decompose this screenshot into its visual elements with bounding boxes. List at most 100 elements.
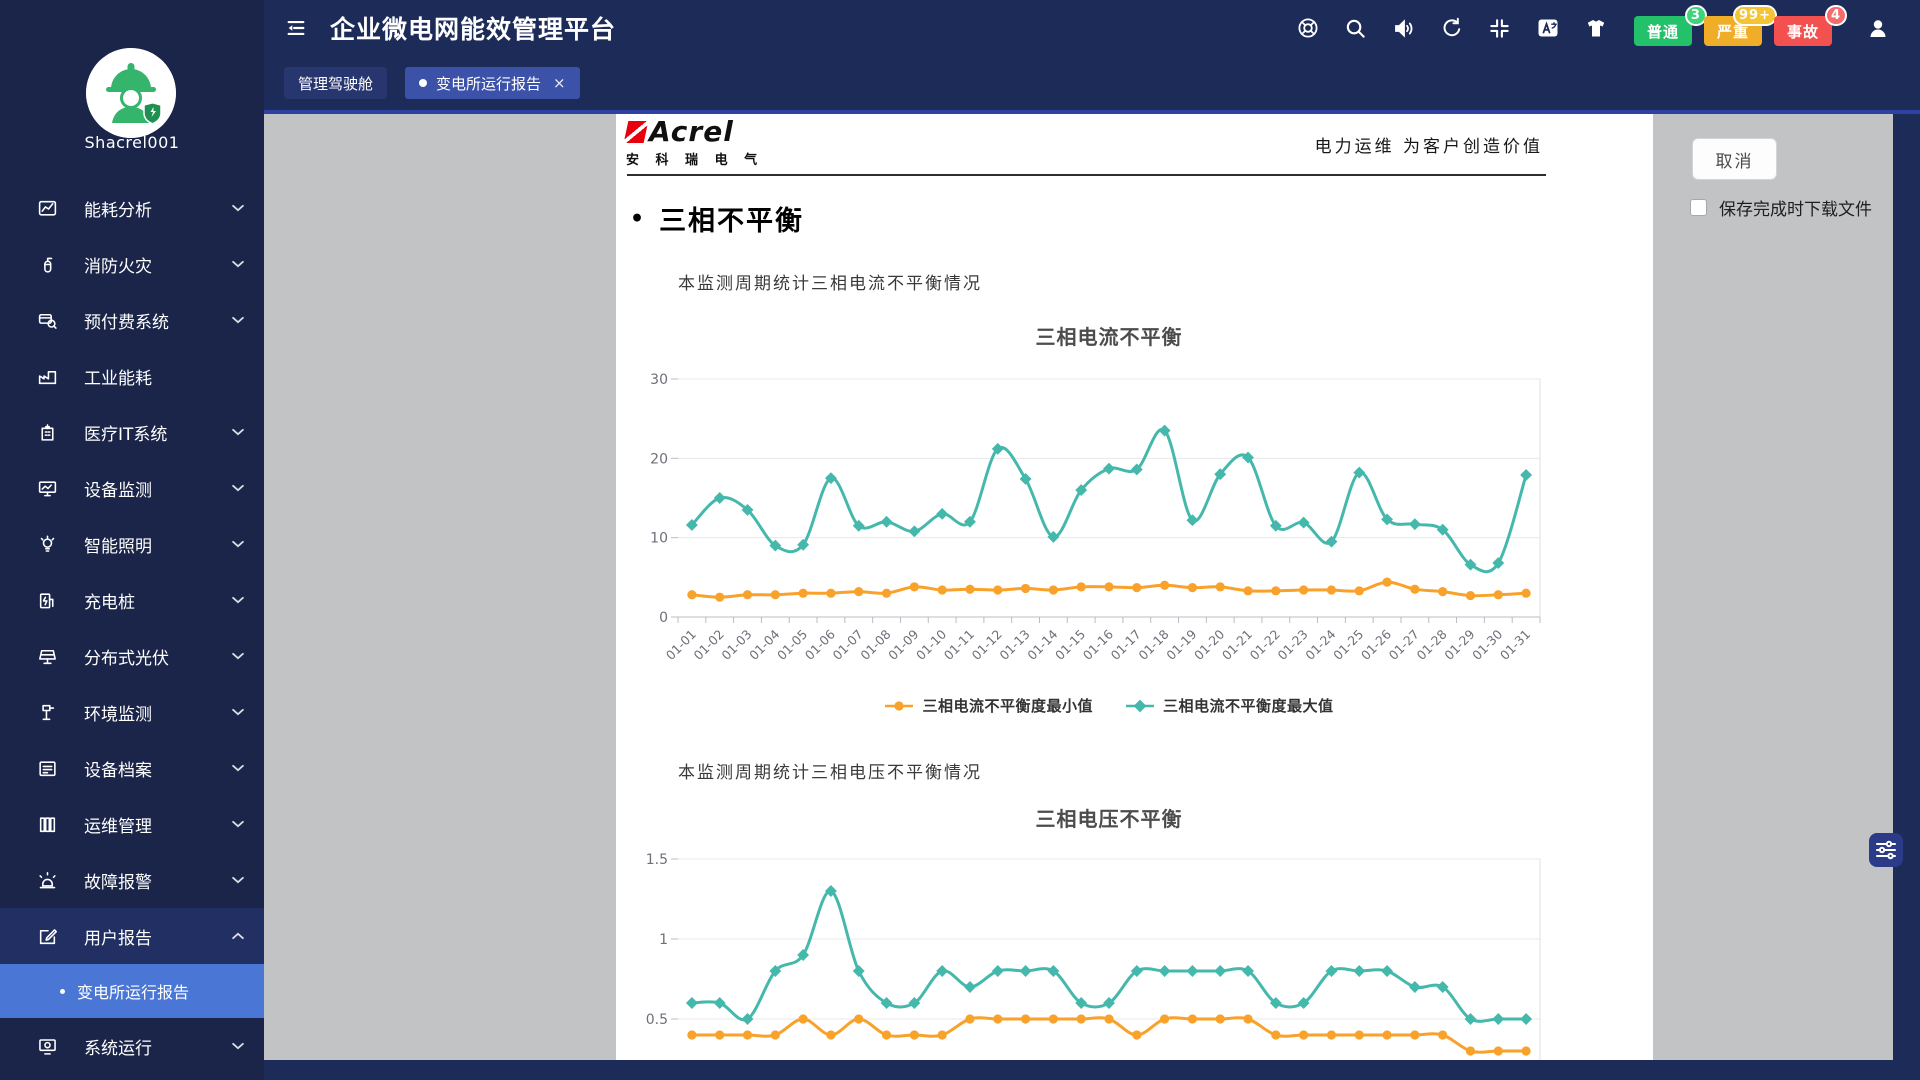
svg-text:30: 30 [650,372,668,388]
user-profile-icon[interactable] [1866,16,1890,40]
sidebar-menu: 能耗分析消防火灾预付费系统工业能耗医疗IT系统设备监测智能照明充电桩分布式光伏环… [0,180,264,1074]
alert-chip-label: 事故 [1787,21,1819,42]
sidebar-item-ops-management[interactable]: 运维管理 [0,796,264,852]
user-report-icon [36,925,58,947]
sidebar-item-device-monitoring[interactable]: 设备监测 [0,460,264,516]
alert-chip-severe[interactable]: 严重99+ [1704,16,1762,46]
svg-text:01-25: 01-25 [1330,627,1366,663]
alert-chip-normal[interactable]: 普通3 [1634,16,1692,46]
sidebar-item-medical-it[interactable]: 医疗IT系统 [0,404,264,460]
svg-text:01-24: 01-24 [1302,626,1338,662]
system-run-icon [36,1035,58,1057]
section-heading: • 三相不平衡 [630,199,804,238]
svg-text:01-12: 01-12 [969,627,1005,663]
brand-slogan: 电力运维 为客户创造价值 [1315,132,1543,157]
sidebar-item-label: 预付费系统 [84,308,232,333]
svg-text:01-07: 01-07 [830,627,866,663]
alert-chip-label: 普通 [1647,21,1679,42]
tab-substation-report[interactable]: 变电所运行报告 × [405,67,580,99]
svg-text:01-22: 01-22 [1247,627,1283,663]
svg-text:1.5: 1.5 [646,852,668,868]
download-checkbox[interactable] [1690,199,1707,216]
sidebar-item-label: 用户报告 [84,924,232,949]
brand-name: Acrel [649,118,734,146]
section-title: 三相不平衡 [659,199,804,238]
svg-text:01-04: 01-04 [746,626,782,662]
legend-item[interactable]: 三相电流不平衡度最大值 [1125,695,1334,716]
sidebar-item-user-report[interactable]: 用户报告 [0,908,264,964]
brand-name-cn: 安 科 瑞 电 气 [626,149,763,168]
ops-management-icon [36,813,58,835]
sidebar-item-industrial-energy[interactable]: 工业能耗 [0,348,264,404]
svg-text:01-29: 01-29 [1441,626,1477,662]
acrel-logo: Acrel 安 科 瑞 电 气 [626,118,763,168]
legend-item[interactable]: 三相电流不平衡度最小值 [884,695,1093,716]
active-tab-dot-icon [419,79,427,87]
svg-text:1: 1 [659,932,668,948]
svg-text:01-14: 01-14 [1024,626,1060,662]
sidebar-item-environment-monitoring[interactable]: 环境监测 [0,684,264,740]
theme-tshirt-icon[interactable] [1584,16,1608,40]
svg-text:01-27: 01-27 [1386,627,1422,663]
app-title: 企业微电网能效管理平台 [330,10,616,46]
sidebar-item-fire-safety[interactable]: 消防火灾 [0,236,264,292]
energy-analysis-icon [36,197,58,219]
exit-fullscreen-icon[interactable] [1488,16,1512,40]
svg-text:01-17: 01-17 [1108,627,1144,663]
environment-monitoring-icon [36,701,58,723]
sidebar-item-solar-pv[interactable]: 分布式光伏 [0,628,264,684]
sidebar-item-prepaid-system[interactable]: 预付费系统 [0,292,264,348]
legend-marker-icon [884,699,914,713]
legend-label: 三相电流不平衡度最小值 [922,695,1093,716]
sidebar-item-label: 运维管理 [84,812,232,837]
tab-close-icon[interactable]: × [553,74,566,92]
sidebar-item-label: 系统运行 [84,1034,232,1059]
device-monitoring-icon [36,477,58,499]
sidebar-item-device-archive[interactable]: 设备档案 [0,740,264,796]
alert-chip-accident[interactable]: 事故4 [1774,16,1832,46]
chart1-legend: 三相电流不平衡度最小值 三相电流不平衡度最大值 [678,695,1540,716]
chart1-description: 本监测周期统计三相电流不平衡情况 [678,269,982,294]
tab-bar: 管理驾驶舱 变电所运行报告 × [264,56,1920,114]
search-icon[interactable] [1344,16,1368,40]
svg-text:01-16: 01-16 [1080,626,1116,662]
svg-text:0.5: 0.5 [646,1012,668,1028]
translate-icon[interactable] [1536,16,1560,40]
alert-count-badge: 99+ [1733,5,1777,26]
sidebar-item-label: 分布式光伏 [84,644,232,669]
tab-dashboard[interactable]: 管理驾驶舱 [284,67,387,99]
svg-text:01-08: 01-08 [857,626,893,662]
download-checkbox-label: 保存完成时下载文件 [1719,195,1872,220]
sidebar-item-fault-alarm[interactable]: 故障报警 [0,852,264,908]
top-navbar: 企业微电网能效管理平台 [264,0,1920,56]
collapse-menu-icon[interactable] [284,16,308,40]
sidebar-item-system-run[interactable]: 系统运行 [0,1018,264,1074]
refresh-icon[interactable] [1440,16,1464,40]
sidebar-subitem-label: 变电所运行报告 [77,979,189,1003]
legend-label: 三相电流不平衡度最大值 [1163,695,1334,716]
section-bullet: • [630,206,646,232]
tab-label: 变电所运行报告 [436,73,541,94]
svg-text:01-23: 01-23 [1274,627,1310,663]
bullet-dot-icon [60,989,65,994]
svg-text:01-13: 01-13 [996,627,1032,663]
volume-icon[interactable] [1392,16,1416,40]
sidebar-item-label: 充电桩 [84,588,232,613]
help-lifebuoy-icon[interactable] [1296,16,1320,40]
sidebar-subitem-substation-report[interactable]: 变电所运行报告 [0,964,264,1018]
settings-float-button[interactable] [1869,833,1903,867]
svg-text:01-19: 01-19 [1163,626,1199,662]
svg-text:01-02: 01-02 [691,627,727,663]
download-on-save-option: 保存完成时下载文件 [1690,195,1872,220]
device-archive-icon [36,757,58,779]
cancel-button[interactable]: 取消 [1692,138,1777,180]
alert-count-badge: 4 [1825,5,1847,26]
sidebar-item-label: 设备档案 [84,756,232,781]
sidebar-item-ev-charger[interactable]: 充电桩 [0,572,264,628]
tab-label: 管理驾驶舱 [298,73,373,94]
sidebar-item-smart-lighting[interactable]: 智能照明 [0,516,264,572]
fire-safety-icon [36,253,58,275]
line-charts: 010203001-0101-0201-0301-0401-0501-0601-… [616,114,1653,1060]
legend-marker-icon [1125,699,1155,713]
sidebar-item-energy-analysis[interactable]: 能耗分析 [0,180,264,236]
